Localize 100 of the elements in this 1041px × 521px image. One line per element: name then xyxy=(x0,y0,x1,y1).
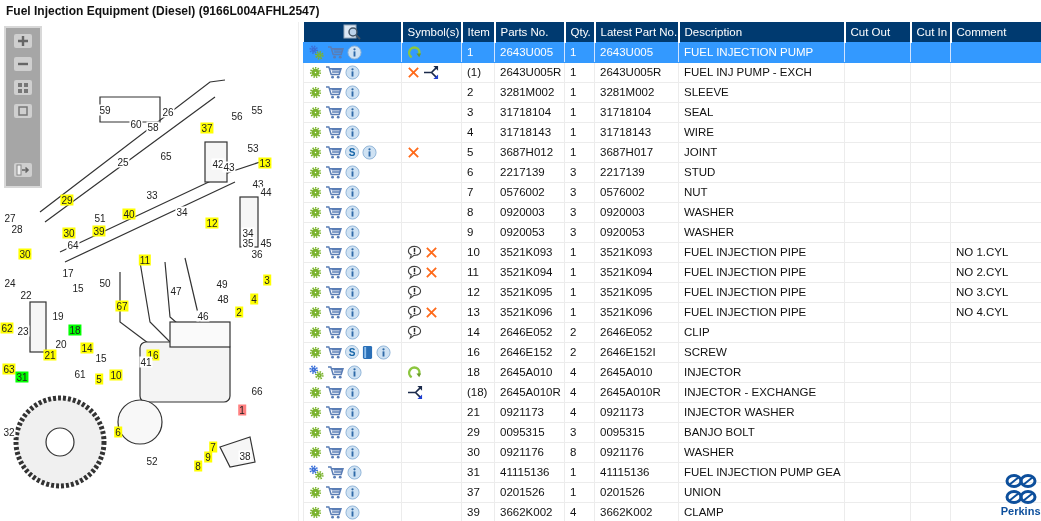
callout-label[interactable]: 31 xyxy=(15,371,29,383)
callout-label[interactable]: 41 xyxy=(139,356,153,368)
info-icon[interactable] xyxy=(347,44,362,60)
export-button[interactable] xyxy=(14,162,32,177)
callout-label[interactable]: 6 xyxy=(114,426,122,438)
gear-icon[interactable] xyxy=(309,285,322,299)
callout-label[interactable]: 45 xyxy=(259,237,273,249)
gears-icon[interactable] xyxy=(309,44,324,60)
info-icon[interactable] xyxy=(345,404,360,420)
table-row[interactable]: 21 0921173 4 0921173 INJECTOR WASHER xyxy=(303,402,1041,422)
gear-icon[interactable] xyxy=(309,145,322,159)
callout-label[interactable]: 14 xyxy=(80,342,94,354)
callout-label[interactable]: 62 xyxy=(0,322,14,334)
column-header[interactable]: Qty. xyxy=(564,22,595,42)
callout-label[interactable]: 28 xyxy=(10,223,24,235)
callout-label[interactable]: 34 xyxy=(241,227,255,239)
gear-icon[interactable] xyxy=(309,305,322,319)
callout-label[interactable]: 25 xyxy=(116,156,130,168)
info-icon[interactable] xyxy=(345,124,360,140)
callout-label[interactable]: 49 xyxy=(215,278,229,290)
cart-icon[interactable] xyxy=(325,64,342,80)
cart-icon[interactable] xyxy=(325,264,342,280)
callout-label[interactable]: 39 xyxy=(92,225,106,237)
table-row[interactable]: 37 0201526 1 0201526 UNION xyxy=(303,482,1041,502)
gear-icon[interactable] xyxy=(309,385,322,399)
table-row[interactable]: 2 3281M002 1 3281M002 SLEEVE xyxy=(303,82,1041,102)
table-row[interactable]: 6 2217139 3 2217139 STUD xyxy=(303,162,1041,182)
gear-icon[interactable] xyxy=(309,325,322,339)
callout-label[interactable]: 30 xyxy=(18,248,32,260)
cart-icon[interactable] xyxy=(325,504,342,520)
table-row[interactable]: 12 3521K095 1 3521K095 FUEL INJECTION PIPE NO 3.CYL xyxy=(303,282,1041,302)
info-icon[interactable] xyxy=(376,344,391,360)
callout-label[interactable]: 4 xyxy=(250,293,258,305)
zoom-out-button[interactable] xyxy=(14,57,32,72)
info-icon[interactable] xyxy=(345,304,360,320)
callout-label[interactable]: 12 xyxy=(205,217,219,229)
gears-icon[interactable] xyxy=(309,364,324,380)
gear-icon[interactable] xyxy=(309,445,322,459)
cart-icon[interactable] xyxy=(325,444,342,460)
table-row[interactable]: 4 31718143 1 31718143 WIRE xyxy=(303,122,1041,142)
callout-label[interactable]: 22 xyxy=(19,289,33,301)
callout-label[interactable]: 10 xyxy=(109,369,123,381)
table-row[interactable]: 14 2646E052 2 2646E052 CLIP xyxy=(303,322,1041,342)
cart-icon[interactable] xyxy=(327,464,344,480)
table-row[interactable]: 30 0921176 8 0921176 WASHER xyxy=(303,442,1041,462)
callout-label[interactable]: 24 xyxy=(3,277,17,289)
table-row[interactable]: S 16 2646E152 2 2646E152I SCREW xyxy=(303,342,1041,362)
column-header[interactable]: Item xyxy=(461,22,495,42)
table-row[interactable]: 13 3521K096 1 3521K096 FUEL INJECTION PIPE NO 4.CYL xyxy=(303,302,1041,322)
callout-label[interactable]: 65 xyxy=(159,150,173,162)
callout-label[interactable]: 51 xyxy=(93,212,107,224)
table-row[interactable]: 10 3521K093 1 3521K093 FUEL INJECTION PIPE NO 1.CYL xyxy=(303,242,1041,262)
info-icon[interactable] xyxy=(345,324,360,340)
callout-label[interactable]: 26 xyxy=(161,106,175,118)
callout-label[interactable]: 60 xyxy=(129,118,143,130)
info-icon[interactable] xyxy=(345,164,360,180)
info-icon[interactable] xyxy=(345,224,360,240)
grid-view-button[interactable] xyxy=(14,80,32,95)
callout-label[interactable]: 37 xyxy=(200,122,214,134)
callout-label[interactable]: 52 xyxy=(145,455,159,467)
cart-icon[interactable] xyxy=(325,84,342,100)
callout-label[interactable]: 11 xyxy=(138,254,152,266)
callout-label[interactable]: 66 xyxy=(250,385,264,397)
callout-label[interactable]: 30 xyxy=(62,227,76,239)
gear-icon[interactable] xyxy=(309,85,322,99)
book-icon[interactable] xyxy=(362,344,373,360)
gear-icon[interactable] xyxy=(309,65,322,79)
info-icon[interactable] xyxy=(345,284,360,300)
callout-label[interactable]: 32 xyxy=(2,426,16,438)
gear-icon[interactable] xyxy=(309,425,322,439)
callout-label[interactable]: 64 xyxy=(66,239,80,251)
info-icon[interactable] xyxy=(345,264,360,280)
callout-label[interactable]: 36 xyxy=(250,248,264,260)
callout-label[interactable]: 15 xyxy=(71,282,85,294)
gear-icon[interactable] xyxy=(309,125,322,139)
callout-label[interactable]: 34 xyxy=(175,206,189,218)
gear-icon[interactable] xyxy=(309,245,322,259)
callout-label[interactable]: 33 xyxy=(145,189,159,201)
callout-label[interactable]: 5 xyxy=(95,373,103,385)
callout-label[interactable]: 46 xyxy=(196,310,210,322)
gear-icon[interactable] xyxy=(309,105,322,119)
callout-label[interactable]: 59 xyxy=(98,104,112,116)
gear-icon[interactable] xyxy=(309,185,322,199)
callout-label[interactable]: 7 xyxy=(209,441,217,453)
callout-label[interactable]: 48 xyxy=(216,293,230,305)
column-header[interactable]: Description xyxy=(678,22,845,42)
cart-icon[interactable] xyxy=(325,224,342,240)
table-row[interactable]: 11 3521K094 1 3521K094 FUEL INJECTION PIPE NO 2.CYL xyxy=(303,262,1041,282)
info-icon[interactable] xyxy=(345,104,360,120)
callout-label[interactable]: 58 xyxy=(146,121,160,133)
info-icon[interactable] xyxy=(345,504,360,520)
table-row[interactable]: 7 0576002 3 0576002 NUT xyxy=(303,182,1041,202)
callout-label[interactable]: 38 xyxy=(238,450,252,462)
table-row[interactable]: 8 0920003 3 0920003 WASHER xyxy=(303,202,1041,222)
cart-icon[interactable] xyxy=(325,204,342,220)
info-icon[interactable] xyxy=(345,384,360,400)
info-icon[interactable] xyxy=(345,244,360,260)
callout-label[interactable]: 20 xyxy=(54,338,68,350)
cart-icon[interactable] xyxy=(325,404,342,420)
info-icon[interactable] xyxy=(345,484,360,500)
